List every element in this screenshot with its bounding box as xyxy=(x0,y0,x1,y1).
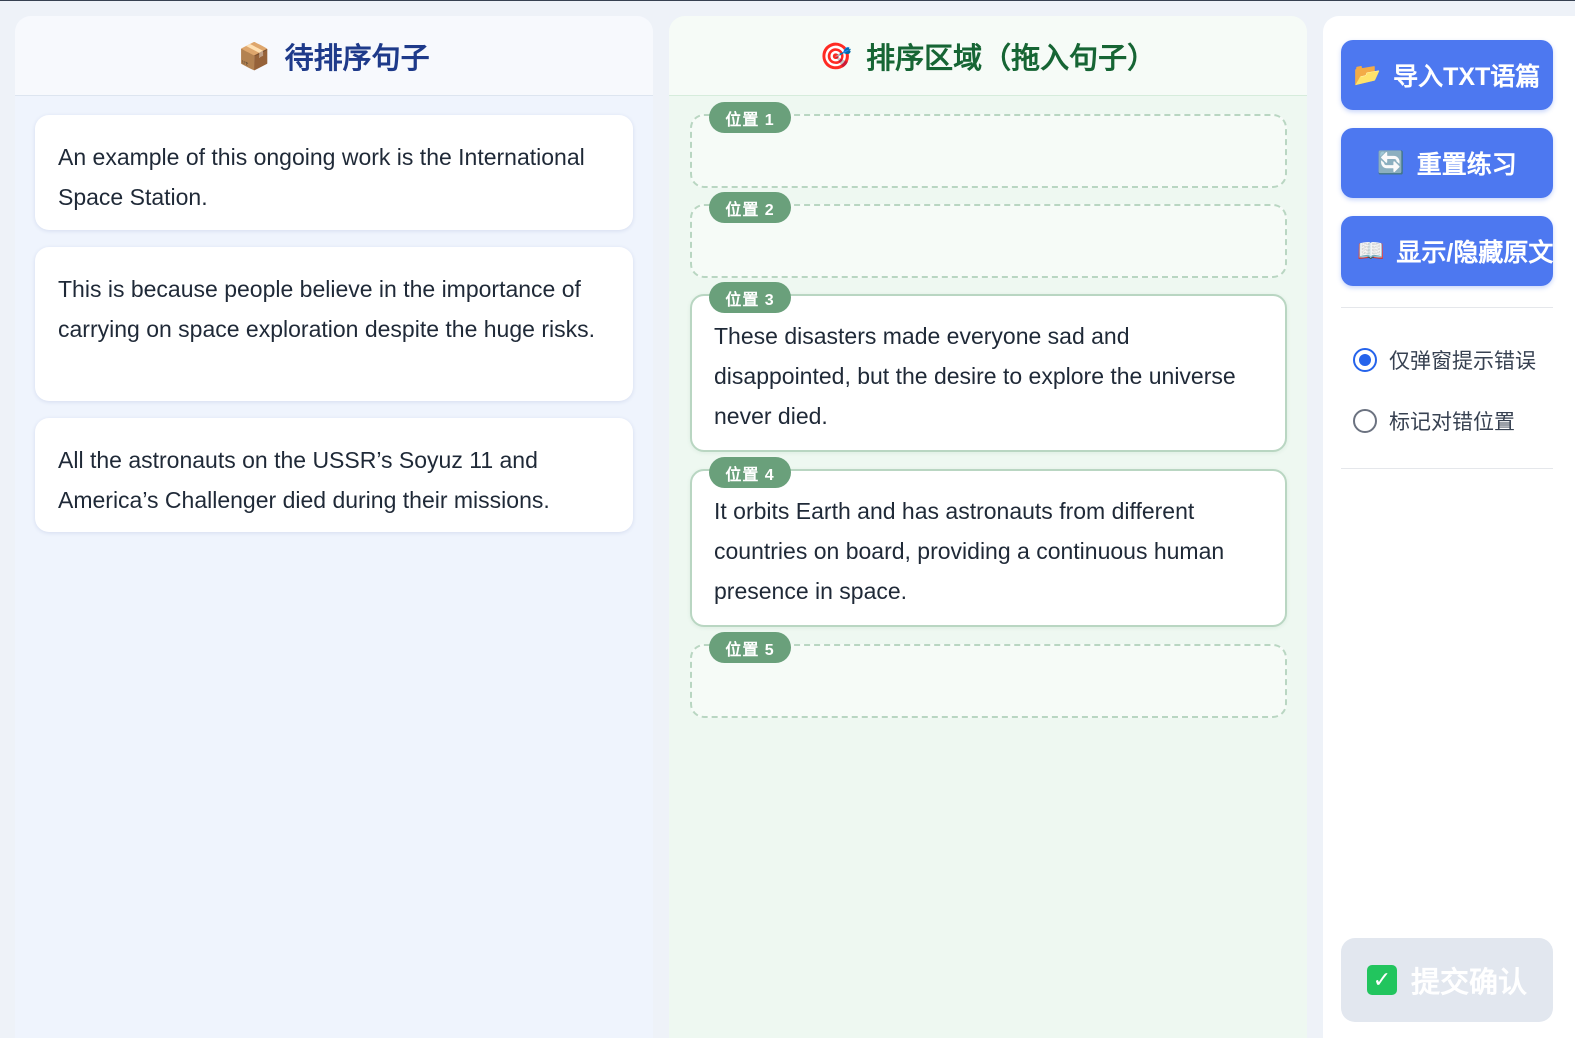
book-icon: 📖 xyxy=(1357,238,1385,263)
sentence-card-text: All the astronauts on the USSR’s Soyuz 1… xyxy=(58,447,550,513)
mode-mark-label: 标记对错位置 xyxy=(1389,411,1515,434)
package-icon: 📦 xyxy=(238,40,271,71)
pending-panel-title: 待排序句子 xyxy=(284,42,430,75)
divider xyxy=(1341,468,1553,469)
reset-practice-label: 重置练习 xyxy=(1416,151,1517,179)
sentence-card-text: An example of this ongoing work is the I… xyxy=(58,144,585,210)
mode-popup-option[interactable]: 仅弹窗提示错误 xyxy=(1353,345,1536,375)
sentence-card[interactable]: This is because people believe in the im… xyxy=(35,247,633,401)
target-icon: 🎯 xyxy=(819,40,853,71)
check-icon: ✓ xyxy=(1366,965,1397,995)
pending-panel-header: 📦 待排序句子 xyxy=(15,16,653,96)
slot-badge-5: 位置 5 xyxy=(709,632,791,663)
sentence-card-text: This is because people believe in the im… xyxy=(58,276,595,342)
mode-mark-option[interactable]: 标记对错位置 xyxy=(1353,406,1515,436)
folder-icon: 📂 xyxy=(1353,62,1382,87)
toggle-original-label: 显示/隐藏原文 xyxy=(1396,239,1553,267)
slot-badge-1: 位置 1 xyxy=(709,102,791,133)
submit-button[interactable]: ✓ 提交确认 xyxy=(1341,938,1553,1022)
slot-badge-3: 位置 3 xyxy=(709,282,791,313)
mode-popup-label: 仅弹窗提示错误 xyxy=(1389,350,1536,373)
slot-sentence-text[interactable]: It orbits Earth and has astronauts from … xyxy=(692,471,1285,611)
slot-badge-2: 位置 2 xyxy=(709,192,791,223)
reset-practice-button[interactable]: 🔄 重置练习 xyxy=(1341,128,1553,198)
radio-button[interactable] xyxy=(1353,409,1377,433)
submit-label: 提交确认 xyxy=(1410,967,1527,999)
slot-sentence-text[interactable]: These disasters made everyone sad and di… xyxy=(692,296,1285,436)
sentence-card[interactable]: An example of this ongoing work is the I… xyxy=(35,115,633,230)
sentence-card[interactable]: All the astronauts on the USSR’s Soyuz 1… xyxy=(35,418,633,532)
pending-sentences-panel: 📦 待排序句子 An example of this ongoing work … xyxy=(15,16,653,1038)
drop-slot-4[interactable]: It orbits Earth and has astronauts from … xyxy=(690,469,1287,627)
import-txt-button[interactable]: 📂 导入TXT语篇 xyxy=(1341,40,1553,110)
divider xyxy=(1341,307,1553,308)
window-top-border xyxy=(0,0,1575,1)
refresh-icon: 🔄 xyxy=(1377,150,1405,175)
toggle-original-button[interactable]: 📖 显示/隐藏原文 xyxy=(1341,216,1553,286)
sorting-panel-title: 排序区域（拖入句子） xyxy=(866,42,1157,75)
import-txt-label: 导入TXT语篇 xyxy=(1393,63,1541,91)
radio-button-checked[interactable] xyxy=(1353,348,1377,372)
drop-slot-3[interactable]: These disasters made everyone sad and di… xyxy=(690,294,1287,452)
sorting-panel-header: 🎯 排序区域（拖入句子） xyxy=(669,16,1307,96)
sorting-area-panel: 🎯 排序区域（拖入句子） 位置 1 位置 2 These disasters m… xyxy=(669,16,1307,1038)
control-panel: 📂 导入TXT语篇 🔄 重置练习 📖 显示/隐藏原文 仅弹窗提示错误 标记对错位… xyxy=(1323,16,1575,1038)
slot-badge-4: 位置 4 xyxy=(709,457,791,488)
